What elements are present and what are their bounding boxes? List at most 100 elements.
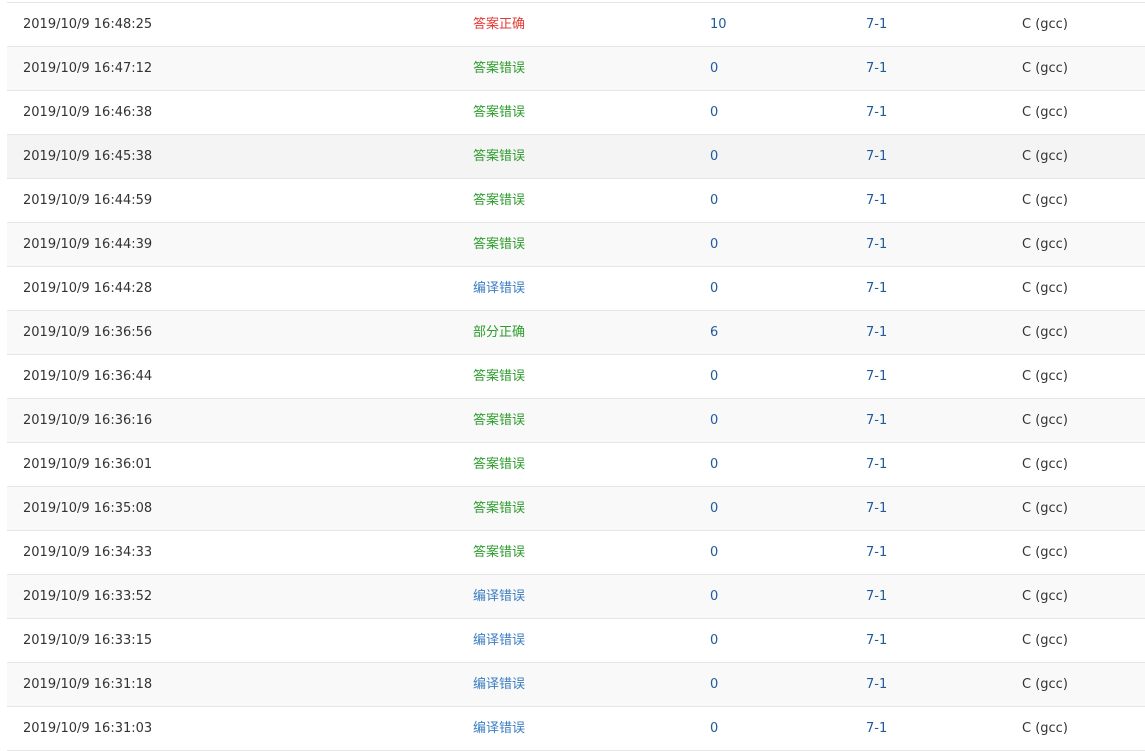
problem-link[interactable]: 7-1 xyxy=(866,677,887,692)
submission-time: 2019/10/9 16:46:38 xyxy=(23,105,153,120)
submission-score[interactable]: 0 xyxy=(710,355,718,398)
submission-status[interactable]: 答案错误 xyxy=(473,399,525,442)
submission-score[interactable]: 0 xyxy=(710,707,718,750)
table-row: 2019/10/9 16:48:25 答案正确 10 7-1 C (gcc) xyxy=(7,2,1145,47)
submission-problem[interactable]: 7-1 xyxy=(866,487,887,530)
submission-problem[interactable]: 7-1 xyxy=(866,355,887,398)
score-link[interactable]: 0 xyxy=(710,501,718,516)
score-link[interactable]: 0 xyxy=(710,721,718,736)
problem-link[interactable]: 7-1 xyxy=(866,501,887,516)
problem-link[interactable]: 7-1 xyxy=(866,457,887,472)
submission-status[interactable]: 编译错误 xyxy=(473,663,525,706)
problem-link[interactable]: 7-1 xyxy=(866,149,887,164)
submission-language: C (gcc) xyxy=(1022,501,1068,516)
submission-status[interactable]: 编译错误 xyxy=(473,707,525,750)
score-link[interactable]: 0 xyxy=(710,413,718,428)
score-link[interactable]: 0 xyxy=(710,237,718,252)
submission-status[interactable]: 答案错误 xyxy=(473,443,525,486)
submission-status[interactable]: 编译错误 xyxy=(473,619,525,662)
submission-score[interactable]: 0 xyxy=(710,223,718,266)
score-link[interactable]: 6 xyxy=(710,325,718,340)
submission-time: 2019/10/9 16:34:33 xyxy=(23,545,153,560)
submission-status[interactable]: 编译错误 xyxy=(473,267,525,310)
score-link[interactable]: 0 xyxy=(710,61,718,76)
submission-score[interactable]: 0 xyxy=(710,663,718,706)
score-link[interactable]: 0 xyxy=(710,677,718,692)
submission-problem[interactable]: 7-1 xyxy=(866,531,887,574)
submission-score[interactable]: 0 xyxy=(710,575,718,618)
submission-status[interactable]: 答案错误 xyxy=(473,135,525,178)
submission-status[interactable]: 答案错误 xyxy=(473,531,525,574)
submission-status[interactable]: 答案错误 xyxy=(473,179,525,222)
table-row: 2019/10/9 16:36:56 部分正确 6 7-1 C (gcc) xyxy=(7,311,1145,355)
submission-score[interactable]: 0 xyxy=(710,47,718,90)
submission-problem[interactable]: 7-1 xyxy=(866,47,887,90)
submission-score[interactable]: 0 xyxy=(710,179,718,222)
score-link[interactable]: 0 xyxy=(710,369,718,384)
submission-language: C (gcc) xyxy=(1022,677,1068,692)
problem-link[interactable]: 7-1 xyxy=(866,193,887,208)
submission-status[interactable]: 答案错误 xyxy=(473,223,525,266)
submission-problem[interactable]: 7-1 xyxy=(866,223,887,266)
score-link[interactable]: 0 xyxy=(710,149,718,164)
score-link[interactable]: 0 xyxy=(710,105,718,120)
problem-link[interactable]: 7-1 xyxy=(866,633,887,648)
submission-language: C (gcc) xyxy=(1022,721,1068,736)
submission-problem[interactable]: 7-1 xyxy=(866,3,887,46)
submission-problem[interactable]: 7-1 xyxy=(866,91,887,134)
table-row: 2019/10/9 16:36:16 答案错误 0 7-1 C (gcc) xyxy=(7,399,1145,443)
problem-link[interactable]: 7-1 xyxy=(866,721,887,736)
submission-status[interactable]: 答案正确 xyxy=(473,3,525,46)
submission-problem[interactable]: 7-1 xyxy=(866,135,887,178)
score-link[interactable]: 0 xyxy=(710,457,718,472)
submission-score[interactable]: 0 xyxy=(710,443,718,486)
submission-problem[interactable]: 7-1 xyxy=(866,707,887,750)
problem-link[interactable]: 7-1 xyxy=(866,105,887,120)
submission-status[interactable]: 答案错误 xyxy=(473,487,525,530)
score-link[interactable]: 10 xyxy=(710,17,727,32)
submission-status[interactable]: 答案错误 xyxy=(473,91,525,134)
submission-score[interactable]: 0 xyxy=(710,619,718,662)
problem-link[interactable]: 7-1 xyxy=(866,413,887,428)
table-row: 2019/10/9 16:31:03 编译错误 0 7-1 C (gcc) xyxy=(7,707,1145,751)
submission-score[interactable]: 0 xyxy=(710,267,718,310)
problem-link[interactable]: 7-1 xyxy=(866,589,887,604)
problem-link[interactable]: 7-1 xyxy=(866,17,887,32)
submission-problem[interactable]: 7-1 xyxy=(866,619,887,662)
score-link[interactable]: 0 xyxy=(710,589,718,604)
submission-status[interactable]: 编译错误 xyxy=(473,575,525,618)
submission-problem[interactable]: 7-1 xyxy=(866,399,887,442)
submission-language: C (gcc) xyxy=(1022,281,1068,296)
submission-problem[interactable]: 7-1 xyxy=(866,267,887,310)
submission-score[interactable]: 0 xyxy=(710,487,718,530)
score-link[interactable]: 0 xyxy=(710,545,718,560)
problem-link[interactable]: 7-1 xyxy=(866,281,887,296)
submission-problem[interactable]: 7-1 xyxy=(866,311,887,354)
problem-link[interactable]: 7-1 xyxy=(866,237,887,252)
submission-problem[interactable]: 7-1 xyxy=(866,179,887,222)
submission-status[interactable]: 答案错误 xyxy=(473,355,525,398)
submission-time: 2019/10/9 16:44:39 xyxy=(23,237,153,252)
problem-link[interactable]: 7-1 xyxy=(866,61,887,76)
score-link[interactable]: 0 xyxy=(710,281,718,296)
submission-problem[interactable]: 7-1 xyxy=(866,663,887,706)
problem-link[interactable]: 7-1 xyxy=(866,325,887,340)
problem-link[interactable]: 7-1 xyxy=(866,369,887,384)
submission-status[interactable]: 部分正确 xyxy=(473,311,525,354)
submission-language: C (gcc) xyxy=(1022,545,1068,560)
score-link[interactable]: 0 xyxy=(710,193,718,208)
problem-link[interactable]: 7-1 xyxy=(866,545,887,560)
submission-time: 2019/10/9 16:31:18 xyxy=(23,677,153,692)
score-link[interactable]: 0 xyxy=(710,633,718,648)
submission-score[interactable]: 6 xyxy=(710,311,718,354)
submission-problem[interactable]: 7-1 xyxy=(866,443,887,486)
submission-language: C (gcc) xyxy=(1022,17,1068,32)
submission-score[interactable]: 0 xyxy=(710,91,718,134)
submission-problem[interactable]: 7-1 xyxy=(866,575,887,618)
submission-time: 2019/10/9 16:48:25 xyxy=(23,17,153,32)
submission-score[interactable]: 0 xyxy=(710,135,718,178)
submission-score[interactable]: 0 xyxy=(710,531,718,574)
submission-score[interactable]: 10 xyxy=(710,3,727,46)
submission-status[interactable]: 答案错误 xyxy=(473,47,525,90)
submission-score[interactable]: 0 xyxy=(710,399,718,442)
